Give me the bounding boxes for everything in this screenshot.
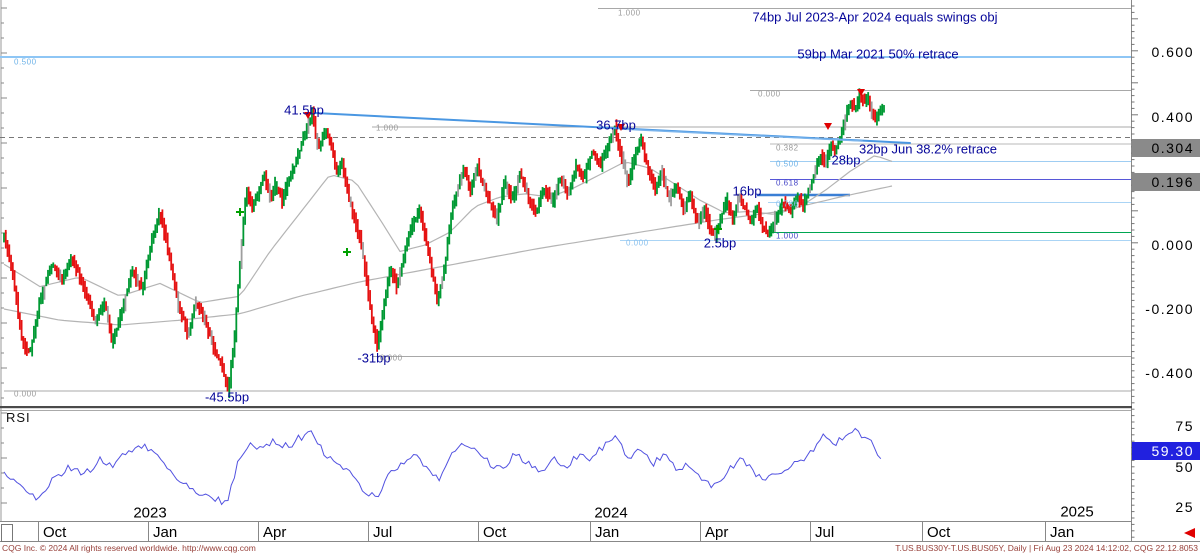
fib-level-label: 0.000: [14, 390, 37, 399]
month-label: Jul: [373, 524, 392, 541]
month-label: Apr: [263, 524, 286, 541]
rsi-line: [4, 429, 881, 505]
copyright-text: CQG Inc. © 2024 All rights reserved worl…: [2, 543, 256, 553]
fib-level-label: 1.000: [776, 232, 799, 241]
price-axis-label[interactable]: 0.400: [1151, 109, 1194, 125]
chart-plot-area[interactable]: [0, 0, 1200, 554]
price-rsi-divider[interactable]: [0, 406, 1132, 408]
fib-level-label: 0.500: [776, 160, 799, 169]
price-axis-badge: 0.196: [1132, 173, 1200, 191]
month-label: Jan: [595, 524, 619, 541]
annotation-label: 74bp Jul 2023-Apr 2024 equals swings obj: [752, 10, 997, 25]
rsi-value-badge: 59.30: [1132, 442, 1200, 460]
annotation-label: 41.5bp: [284, 103, 324, 118]
rsi-axis-label[interactable]: 75: [1175, 418, 1194, 434]
fib-level-label: 0.000: [758, 90, 781, 99]
year-label: 2023: [133, 505, 166, 522]
month-label: Jan: [153, 524, 177, 541]
annotation-label: 36.7bp: [596, 118, 636, 133]
scroll-left-arrow-icon[interactable]: [1184, 528, 1195, 538]
annotation-label: 2.5bp: [704, 236, 737, 251]
price-axis-label[interactable]: 0.600: [1151, 44, 1194, 60]
annotation-label: 16bp: [733, 184, 762, 199]
cqg-chart-window: 74bp Jul 2023-Apr 2024 equals swings obj…: [0, 0, 1200, 554]
annotation-label: 59bp Mar 2021 50% retrace: [797, 47, 958, 62]
price-axis-label[interactable]: -0.200: [1145, 301, 1194, 317]
price-axis-badge: 0.304: [1132, 139, 1200, 157]
month-label: Oct: [927, 524, 950, 541]
annotation-label: -45.5bp: [205, 390, 249, 405]
rsi-study-label: RSI: [6, 410, 31, 425]
month-label: Jul: [815, 524, 834, 541]
fib-level-label: 0.000: [380, 354, 403, 363]
year-label: 2025: [1060, 504, 1093, 521]
rsi-axis-label[interactable]: 50: [1175, 459, 1194, 475]
month-label: Oct: [483, 524, 506, 541]
rsi-axis-label[interactable]: 25: [1175, 499, 1194, 515]
price-axis-label[interactable]: -0.400: [1145, 365, 1194, 381]
status-bar: CQG Inc. © 2024 All rights reserved worl…: [0, 542, 1200, 554]
fib-level-label: 0.786: [776, 200, 799, 209]
fib-level-label: 0.500: [14, 58, 37, 67]
annotation-label: 28bp: [832, 153, 861, 168]
month-label: Apr: [705, 524, 728, 541]
annotation-label: 32bp Jun 38.2% retrace: [859, 142, 997, 157]
scrollbar-box[interactable]: [1, 524, 13, 542]
fib-level-label: 1.000: [376, 124, 399, 133]
fib-level-label: 0.382: [776, 144, 799, 153]
trendline-downtrend-jan24[interactable]: [620, 129, 862, 141]
year-label: 2024: [594, 505, 627, 522]
price-axis-label[interactable]: 0.000: [1151, 237, 1194, 253]
fib-level-label: 0.618: [776, 179, 799, 188]
symbol-timestamp-text: T.US.BUS30Y-T.US.BUS05Y, Daily | Fri Aug…: [895, 543, 1198, 553]
fib-level-label: 0.000: [626, 239, 649, 248]
month-label: Jan: [1050, 524, 1074, 541]
month-label: Oct: [43, 524, 66, 541]
fib-level-label: 1.000: [618, 9, 641, 18]
